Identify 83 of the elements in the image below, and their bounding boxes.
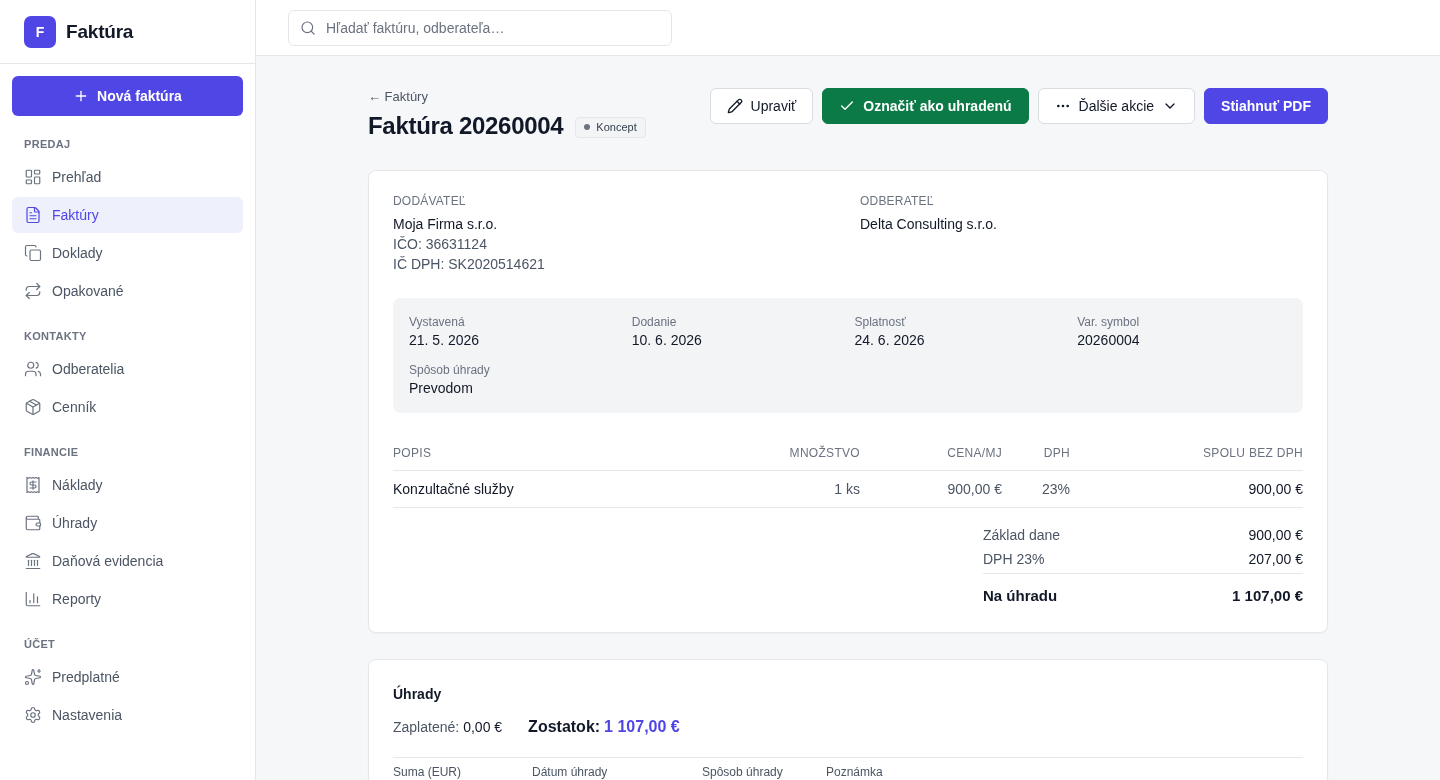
summary-label: Základ dane [983,527,1061,543]
dashboard-icon [24,168,42,186]
balance-label: Zostatok: [528,718,601,736]
detail-label: Vystavená [409,314,465,330]
payments-title: Úhrady [393,684,443,704]
detail-value: Prevodom [409,379,473,398]
detail-label: Var. symbol [1077,314,1140,330]
section-heading: PREDAJ [23,137,72,152]
customer-heading: ODBERATEĽ [860,193,934,209]
sidebar-item[interactable]: Náklady [12,467,243,503]
sidebar-item[interactable]: Cenník [12,389,243,425]
supplier-detail: IČ DPH: SK2020514621 [393,255,545,274]
app-name: Faktúra [66,20,134,43]
download-pdf-button[interactable]: Stiahnuť PDF [1204,88,1328,124]
page-title: Faktúra 20260004 [368,111,564,141]
supplier-name: Moja Firma s.r.o. [393,215,498,234]
total-due-label: Na úhradu [983,586,1058,604]
column-header: CENA/MJ [946,445,1002,461]
detail-value: 21. 5. 2026 [409,331,480,350]
pencil-icon [726,98,743,114]
detail-value: 24. 6. 2026 [854,331,925,350]
section-heading: FINANCIE [23,445,80,460]
new-invoice-button[interactable]: Nová faktúra [12,76,243,116]
summary-value: 900,00 € [1248,527,1303,543]
search-field[interactable]: Hľadať faktúru, odberateľa… [288,9,672,46]
bank-icon [24,552,42,570]
detail-label: Spôsob úhrady [409,362,490,378]
sidebar-item[interactable]: Daňová evidencia [12,543,243,579]
wallet-icon [24,514,42,532]
column-header: Suma (EUR) [393,765,461,779]
column-header: POPIS [393,445,433,461]
settings-icon [24,706,42,724]
column-header: MNOŽSTVO [788,445,860,461]
receipt-icon [24,476,42,494]
column-header: Poznámka [826,765,883,779]
sidebar-item[interactable]: Predplatné [12,659,243,695]
sidebar-item[interactable]: Úhrady [12,505,243,541]
sidebar-item[interactable]: Reporty [12,581,243,617]
customer-name: Delta Consulting s.r.o. [860,215,997,234]
summary-label: DPH 23% [983,551,1045,567]
sidebar-item[interactable]: Opakované [12,273,243,309]
total-due-value: 1 107,00 € [1232,586,1303,604]
status-dot-icon [584,124,591,130]
section-heading: ÚČET [23,637,57,652]
detail-label: Splatnosť [854,314,906,330]
detail-value: 20260004 [1077,331,1140,350]
bar-chart-icon [24,590,42,608]
supplier-detail: IČO: 36631124 [393,235,487,254]
supplier-heading: DODÁVATEĽ [393,193,466,209]
paid-label: Zaplatené: [393,719,460,735]
column-header: Spôsob úhrady [702,765,783,779]
sidebar-item[interactable]: Doklady [12,235,243,271]
document-icon [24,206,42,224]
users-icon [24,360,42,378]
column-header: SPOLU BEZ DPH [1202,445,1303,461]
edit-button[interactable]: Upraviť [709,88,814,124]
column-header: DPH [1042,445,1070,461]
logo-mark: F [24,15,56,48]
section-heading: KONTAKTY [23,329,88,344]
mark-paid-button[interactable]: Označiť ako uhradenú [822,88,1029,124]
search-icon [300,19,316,36]
detail-value: 10. 6. 2026 [631,331,702,350]
more-actions-button[interactable]: Ďalšie akcie [1037,88,1196,124]
status-label: Koncept [596,120,637,134]
table-cell-text: Konzultačné služby [393,480,515,499]
back-link[interactable]: ← Faktúry [368,88,428,106]
sidebar-item[interactable]: Faktúry [12,197,243,233]
detail-label: Dodanie [631,314,677,330]
sparkles-icon [24,668,42,686]
box-icon [24,398,42,416]
repeat-arrows-icon [24,282,42,300]
table-cell-text: 900,00 € [1247,480,1303,499]
sidebar-item[interactable]: Odberatelia [12,351,243,387]
balance-amount: 1 107,00 € [604,718,680,736]
paid-amount: 0,00 € [463,719,503,735]
column-header: Dátum úhrady [532,765,608,779]
copy-icon [24,244,42,262]
table-cell-text: 1 ks [833,480,860,499]
sidebar-item[interactable]: Nastavenia [12,697,243,733]
summary-value: 207,00 € [1248,551,1303,567]
table-cell-text: 23% [1040,480,1070,499]
table-cell-text: 900,00 € [946,480,1002,499]
sidebar-item[interactable]: Prehľad [12,159,243,195]
